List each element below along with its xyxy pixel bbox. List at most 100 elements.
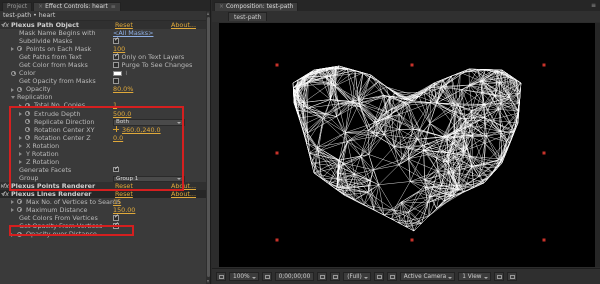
stopwatch-icon[interactable] (25, 118, 30, 124)
property-label: Color (19, 69, 36, 78)
reset-button[interactable]: Reset (115, 190, 133, 198)
crosshair-icon[interactable] (113, 126, 119, 133)
tab-composition[interactable]: × Composition: test-path (214, 2, 299, 11)
generate-facets-checkbox[interactable] (113, 165, 119, 172)
disclosure-triangle-icon[interactable] (19, 135, 22, 140)
resolution-dropdown[interactable]: (Full) (343, 272, 371, 281)
about-button[interactable]: About... (171, 21, 196, 29)
stopwatch-icon[interactable] (17, 207, 22, 213)
disclosure-triangle-icon[interactable] (1, 184, 4, 189)
only-on-text-layers-checkbox[interactable] (113, 52, 119, 60)
about-button[interactable]: About... (171, 190, 196, 198)
property-label: Y Rotation (26, 149, 59, 158)
layer-handle[interactable] (275, 151, 279, 155)
layer-handle[interactable] (410, 63, 414, 67)
disclosure-triangle-icon[interactable] (11, 47, 14, 52)
plexus-line (422, 123, 431, 146)
toggle-pixel-aspect-button[interactable] (493, 272, 504, 281)
close-icon[interactable]: × (38, 4, 43, 10)
plexus-line (347, 141, 361, 157)
menu-icon[interactable]: ≡ (591, 2, 596, 9)
disclosure-triangle-icon[interactable] (11, 87, 14, 92)
camera-dropdown[interactable]: Active Camera (399, 272, 456, 281)
snapshot-button[interactable] (317, 272, 328, 281)
scroll-up-icon[interactable] (207, 12, 209, 15)
total-copies-value[interactable]: 1 (113, 101, 117, 109)
timecode-display[interactable]: 0;00;00;00 (274, 272, 315, 281)
grid-toggle-button[interactable] (216, 272, 226, 281)
layer-handle[interactable] (275, 63, 279, 67)
effect-header-plexus-path-object[interactable]: fx Plexus Path Object Reset About... (0, 21, 210, 30)
plexus-line (498, 109, 515, 132)
group-replication[interactable]: Replication (0, 93, 210, 101)
property-label: Generate Facets (19, 165, 72, 174)
get-opacity-from-masks-checkbox[interactable] (113, 78, 119, 84)
rotation-center-xy-value[interactable]: 360.0,240.0 (122, 126, 161, 134)
property-get-paths-from-text: Get Paths from Text Only on Text Layers (0, 52, 210, 61)
close-icon[interactable]: × (219, 4, 224, 10)
show-channel-button[interactable] (330, 272, 341, 281)
layer-handle[interactable] (542, 238, 546, 242)
extrude-depth-value[interactable]: 500.0 (113, 110, 131, 118)
stopwatch-icon[interactable] (25, 126, 30, 132)
stopwatch-icon[interactable] (17, 46, 22, 52)
panel-scrollbar[interactable] (206, 11, 210, 284)
disclosure-triangle-icon[interactable] (11, 200, 14, 205)
subdivide-masks-checkbox[interactable] (113, 36, 119, 44)
subtab-test-path[interactable]: test-path (228, 12, 268, 21)
viewer-scrollbar[interactable] (595, 23, 600, 267)
layer-handle[interactable] (542, 151, 546, 155)
disclosure-triangle-icon[interactable] (19, 152, 22, 157)
mask-name-value[interactable]: <All Masks> (113, 29, 153, 37)
purge-to-see-changes-checkbox[interactable] (113, 62, 119, 68)
get-opacity-from-vertices-checkbox[interactable] (113, 221, 119, 229)
property-label: X Rotation (26, 141, 60, 150)
max-vertices-value[interactable]: 15 (113, 198, 121, 206)
get-colors-from-vertices-checkbox[interactable] (113, 213, 119, 221)
reset-button[interactable]: Reset (115, 21, 133, 29)
scroll-down-icon[interactable] (207, 280, 209, 283)
zoom-dropdown[interactable]: 100% (229, 272, 259, 281)
stopwatch-icon[interactable] (11, 70, 16, 76)
stopwatch-icon[interactable] (17, 231, 22, 237)
reset-button[interactable]: Reset (115, 182, 133, 190)
disclosure-triangle-icon[interactable] (11, 96, 15, 100)
effect-name: Plexus Points Renderer (11, 181, 96, 190)
disclosure-triangle-icon[interactable] (19, 160, 22, 165)
transparency-grid-button[interactable] (386, 272, 397, 281)
color-swatch[interactable] (113, 70, 122, 76)
safe-margins-button[interactable] (261, 272, 272, 281)
stopwatch-icon[interactable] (17, 199, 22, 205)
composition-viewer[interactable] (219, 23, 595, 267)
layer-handle[interactable] (542, 63, 546, 67)
disclosure-triangle-icon[interactable] (0, 192, 5, 196)
breadcrumb: test-path • heart (0, 11, 210, 21)
tab-project[interactable]: Project (2, 2, 33, 11)
menu-icon[interactable]: ≡ (111, 4, 116, 10)
disclosure-triangle-icon[interactable] (19, 111, 22, 116)
effect-header-plexus-points-renderer[interactable]: fx Plexus Points Renderer Reset About... (0, 181, 210, 190)
layer-handle[interactable] (410, 238, 414, 242)
about-button[interactable]: About... (171, 182, 196, 190)
view-layout-dropdown[interactable]: 1 View (458, 272, 491, 281)
plexus-line (472, 131, 501, 136)
disclosure-triangle-icon[interactable] (19, 144, 22, 148)
disclosure-triangle-icon[interactable] (19, 103, 22, 108)
disclosure-triangle-icon[interactable] (11, 208, 14, 213)
region-of-interest-button[interactable] (373, 272, 384, 281)
stopwatch-icon[interactable] (25, 134, 30, 140)
stopwatch-icon[interactable] (25, 102, 30, 108)
rotation-center-z-value[interactable]: 0.0 (113, 134, 123, 142)
disclosure-triangle-icon[interactable] (0, 24, 5, 27)
disclosure-triangle-icon[interactable] (11, 232, 14, 237)
property-replicate-direction: Replicate Direction Both (0, 118, 210, 126)
view-layout-value: 1 View (462, 274, 482, 280)
scrollbar-thumb[interactable] (207, 17, 210, 277)
effect-header-plexus-lines-renderer[interactable]: fx Plexus Lines Renderer Reset About... (0, 189, 210, 199)
opacity-value[interactable]: 80.0% (113, 85, 133, 93)
stopwatch-icon[interactable] (25, 110, 30, 116)
tab-effect-controls[interactable]: × Effect Controls: heart ≡ (33, 2, 121, 11)
fast-previews-button[interactable] (506, 272, 517, 281)
layer-handle[interactable] (275, 238, 279, 242)
stopwatch-icon[interactable] (17, 86, 22, 92)
